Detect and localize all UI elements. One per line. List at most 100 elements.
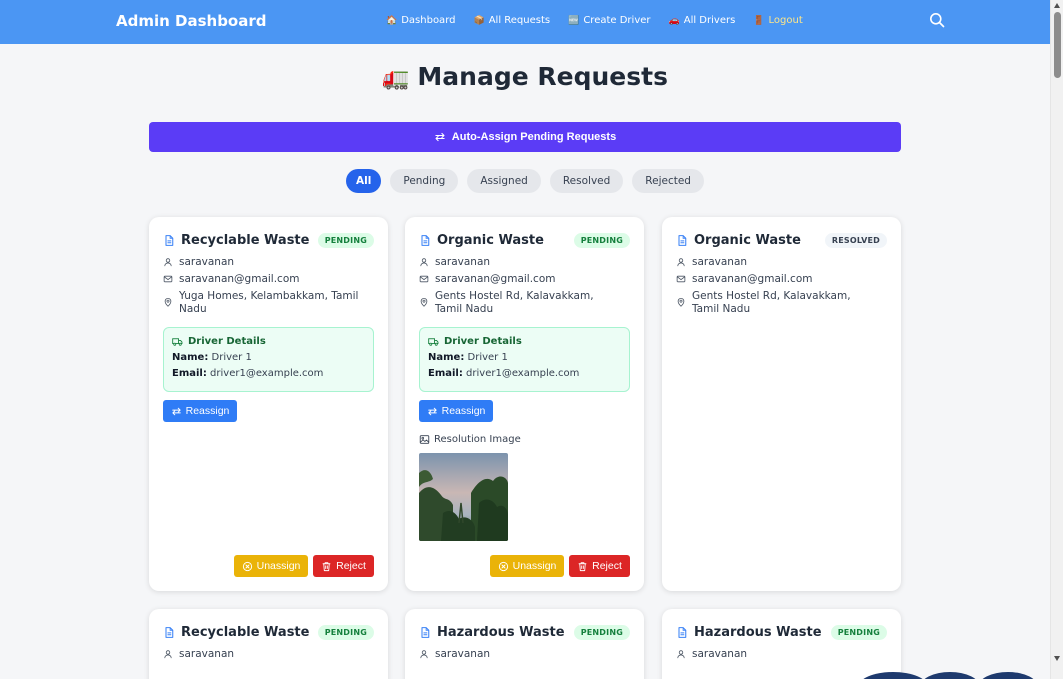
filter-rejected[interactable]: Rejected: [632, 169, 704, 193]
request-card: Hazardous Waste PENDING saravanan: [405, 609, 644, 679]
user-email: saravanan@gmail.com: [435, 273, 556, 285]
x-circle-icon: [498, 561, 509, 572]
nav-links: 🏠 Dashboard 📦 All Requests 🆕 Create Driv…: [386, 15, 803, 26]
reassign-label: Reassign: [441, 405, 486, 417]
unassign-button[interactable]: Unassign: [234, 555, 308, 577]
mail-icon: [163, 274, 173, 284]
reject-label: Reject: [336, 560, 366, 572]
reassign-button[interactable]: Reassign: [419, 400, 493, 422]
waste-type: Hazardous Waste: [694, 625, 822, 640]
page-title-text: Manage Requests: [417, 62, 668, 91]
card-header: Recyclable Waste PENDING: [163, 625, 374, 640]
address-row: Gents Hostel Rd, Kalavakkam, Tamil Nadu: [419, 290, 624, 316]
user-row: saravanan: [676, 648, 881, 661]
location-pin-icon: [419, 297, 429, 307]
nav-link-label: Dashboard: [401, 15, 456, 26]
reject-button[interactable]: Reject: [569, 555, 630, 577]
mail-icon: [419, 274, 429, 284]
user-icon: [419, 257, 429, 267]
nav-link-all-requests[interactable]: 📦 All Requests: [473, 15, 550, 26]
swap-icon: [171, 406, 182, 417]
request-card: Hazardous Waste PENDING saravanan: [662, 609, 901, 679]
waste-type: Hazardous Waste: [437, 625, 565, 640]
scroll-thumb[interactable]: [1054, 12, 1061, 78]
waste-type: Recyclable Waste: [181, 625, 310, 640]
resolution-photo[interactable]: [419, 453, 508, 541]
driver-email-label: Email:: [172, 368, 207, 379]
address-row: Yuga Homes, Kelambakkam, Tamil Nadu: [163, 290, 368, 316]
nav-link-all-drivers[interactable]: 🚗 All Drivers: [669, 15, 736, 26]
reassign-label: Reassign: [185, 405, 230, 417]
user-email: saravanan@gmail.com: [692, 273, 813, 285]
nav-link-create-driver[interactable]: 🆕 Create Driver: [568, 15, 650, 26]
address-row: Gents Hostel Rd, Kalavakkam, Tamil Nadu: [676, 290, 881, 316]
home-icon: 🏠: [386, 15, 398, 26]
document-icon: [419, 234, 431, 247]
filter-assigned[interactable]: Assigned: [467, 169, 541, 193]
swap-icon: [434, 131, 446, 143]
filter-resolved[interactable]: Resolved: [549, 169, 624, 193]
filter-all[interactable]: All: [346, 169, 382, 193]
page-title: 🚛 Manage Requests: [0, 62, 1050, 91]
driver-email: driver1@example.com: [210, 368, 324, 379]
waste-type: Organic Waste: [437, 233, 544, 248]
truck-icon: 🚛: [382, 66, 410, 91]
user-name: saravanan: [179, 648, 235, 660]
status-badge: PENDING: [573, 233, 630, 248]
driver-email-line: Email: driver1@example.com: [172, 368, 365, 379]
driver-details-box: Driver Details Name: Driver 1 Email: dri…: [163, 327, 374, 392]
user-name: saravanan: [435, 648, 491, 660]
driver-name-line: Name: Driver 1: [428, 352, 621, 363]
card-title: Hazardous Waste: [676, 625, 822, 640]
address: Gents Hostel Rd, Kalavakkam, Tamil Nadu: [692, 290, 851, 315]
location-pin-icon: [676, 297, 686, 307]
auto-assign-button[interactable]: Auto-Assign Pending Requests: [149, 122, 901, 152]
nav-link-logout[interactable]: 🚪 Logout: [753, 15, 802, 26]
user-row: saravanan: [163, 256, 368, 269]
reassign-button[interactable]: Reassign: [163, 400, 237, 422]
request-card: Organic Waste RESOLVED saravanan saravan…: [662, 217, 901, 591]
address: Gents Hostel Rd, Kalavakkam, Tamil Nadu: [435, 290, 594, 315]
truck-icon: [428, 336, 439, 347]
driver-name-label: Name:: [172, 352, 209, 363]
request-card: Recyclable Waste PENDING saravanan: [149, 609, 388, 679]
package-icon: 📦: [473, 15, 485, 26]
card-header: Organic Waste PENDING: [419, 233, 630, 248]
card-title: Hazardous Waste: [419, 625, 565, 640]
unassign-button[interactable]: Unassign: [490, 555, 564, 577]
scroll-up-arrow-icon[interactable]: [1054, 3, 1060, 8]
user-name: saravanan: [692, 256, 748, 268]
page-scrollbar[interactable]: [1050, 0, 1063, 679]
nav-link-label: Create Driver: [583, 15, 651, 26]
scroll-down-arrow-icon[interactable]: [1054, 656, 1060, 661]
status-badge: RESOLVED: [824, 233, 887, 248]
driver-details-box: Driver Details Name: Driver 1 Email: dri…: [419, 327, 630, 392]
top-navbar: Admin Dashboard 🏠 Dashboard 📦 All Reques…: [0, 0, 1050, 44]
unassign-label: Unassign: [256, 560, 301, 572]
x-circle-icon: [242, 561, 253, 572]
card-header: Hazardous Waste PENDING: [676, 625, 887, 640]
trash-icon: [321, 561, 332, 572]
decorative-wave: [920, 672, 980, 679]
decorative-wave: [978, 672, 1038, 679]
new-icon: 🆕: [568, 15, 580, 26]
driver-name: Driver 1: [467, 352, 508, 363]
nav-link-dashboard[interactable]: 🏠 Dashboard: [386, 15, 455, 26]
reject-label: Reject: [592, 560, 622, 572]
card-header: Organic Waste RESOLVED: [676, 233, 887, 248]
reject-button[interactable]: Reject: [313, 555, 374, 577]
user-name: saravanan: [179, 256, 235, 268]
request-card: Organic Waste PENDING saravanan saravana…: [405, 217, 644, 591]
auto-assign-label: Auto-Assign Pending Requests: [451, 131, 617, 143]
search-icon[interactable]: [929, 12, 945, 28]
user-row: saravanan: [419, 648, 624, 661]
waste-type: Organic Waste: [694, 233, 801, 248]
location-pin-icon: [163, 297, 173, 307]
filter-pending[interactable]: Pending: [390, 169, 459, 193]
resolution-label-text: Resolution Image: [434, 434, 521, 445]
brand-title[interactable]: Admin Dashboard: [116, 12, 267, 30]
driver-email: driver1@example.com: [466, 368, 580, 379]
user-icon: [676, 257, 686, 267]
status-badge: PENDING: [317, 233, 374, 248]
driver-name-line: Name: Driver 1: [172, 352, 365, 363]
